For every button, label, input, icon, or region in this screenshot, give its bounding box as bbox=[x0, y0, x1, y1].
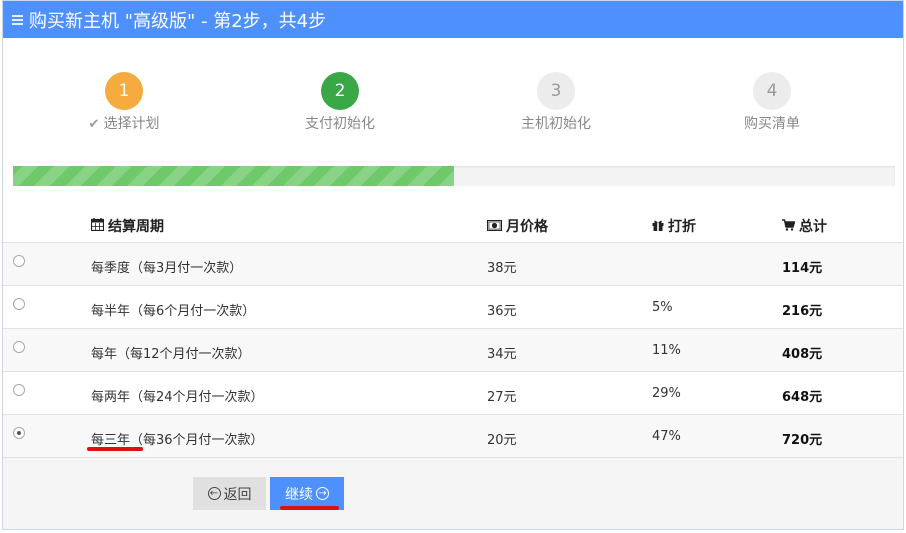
period-cell: 每季度（每3月付一次款） bbox=[91, 261, 243, 276]
total-cell: 720元 bbox=[782, 433, 823, 448]
step-number-3: 3 bbox=[537, 72, 575, 110]
progress-bar bbox=[13, 166, 895, 186]
menu-icon bbox=[12, 13, 23, 27]
footer-actions: ← 返回 继续 → bbox=[3, 458, 903, 529]
arrow-left-circle-icon: ← bbox=[207, 487, 221, 500]
header-discount: 打折 bbox=[652, 216, 696, 236]
title-bar: 购买新主机 "高级版" - 第2步，共4步 bbox=[3, 1, 903, 38]
table-row[interactable]: 每季度（每3月付一次款） 38元 114元 bbox=[3, 243, 903, 286]
discount-cell: 47% bbox=[652, 429, 681, 444]
table-row[interactable]: 每半年（每6个月付一次款） 36元 5% 216元 bbox=[3, 286, 903, 329]
red-annotation-underline bbox=[280, 506, 339, 510]
step-number-1: 1 bbox=[105, 72, 143, 110]
header-monthly-price: 月价格 bbox=[486, 216, 548, 236]
radio-quarterly[interactable] bbox=[13, 255, 25, 267]
red-annotation-underline bbox=[87, 447, 143, 451]
monthly-price-cell: 36元 bbox=[487, 304, 517, 319]
step-3: 3 主机初始化 bbox=[476, 72, 636, 133]
total-cell: 648元 bbox=[782, 390, 823, 405]
step-number-4: 4 bbox=[753, 72, 791, 110]
period-cell: 每两年（每24个月付一次款） bbox=[91, 390, 264, 405]
arrow-right-circle-icon: → bbox=[316, 487, 329, 500]
total-cell: 114元 bbox=[782, 261, 823, 276]
step-label-2: 支付初始化 bbox=[305, 116, 375, 132]
monthly-price-cell: 20元 bbox=[487, 433, 517, 448]
purchase-window: 购买新主机 "高级版" - 第2步，共4步 1 ✔ 选择计划 2 支付初始化 3 … bbox=[2, 0, 904, 530]
period-cell: 每年（每12个月付一次款） bbox=[91, 347, 251, 362]
total-cell: 408元 bbox=[782, 347, 823, 362]
period-cell: 每三年（每36个月付一次款） bbox=[91, 433, 264, 448]
total-cell: 216元 bbox=[782, 304, 823, 319]
monthly-price-cell: 34元 bbox=[487, 347, 517, 362]
step-label-3: 主机初始化 bbox=[521, 116, 591, 132]
billing-table: 结算周期 月价格 打折 总计 每季度（每3月付一次款） 38元 114元 每半年… bbox=[3, 206, 903, 458]
window-title: 购买新主机 "高级版" - 第2步，共4步 bbox=[29, 10, 327, 32]
step-1: 1 ✔ 选择计划 bbox=[44, 72, 204, 133]
step-label-4: 购买清单 bbox=[744, 116, 800, 132]
discount-cell: 29% bbox=[652, 386, 681, 401]
calendar-icon bbox=[90, 218, 105, 234]
step-2: 2 支付初始化 bbox=[260, 72, 420, 133]
table-header: 结算周期 月价格 打折 总计 bbox=[3, 206, 903, 243]
monthly-price-cell: 38元 bbox=[487, 261, 517, 276]
step-label-1: 选择计划 bbox=[103, 116, 160, 132]
money-icon bbox=[486, 219, 503, 234]
radio-two-years[interactable] bbox=[13, 384, 25, 396]
step-number-2: 2 bbox=[321, 72, 359, 110]
radio-yearly[interactable] bbox=[13, 341, 25, 353]
discount-cell: 5% bbox=[652, 300, 673, 315]
step-4: 4 购买清单 bbox=[692, 72, 852, 133]
radio-three-years[interactable] bbox=[13, 427, 25, 439]
check-icon: ✔ bbox=[88, 117, 100, 132]
table-row[interactable]: 每三年（每36个月付一次款） 20元 47% 720元 bbox=[3, 415, 903, 458]
cart-icon bbox=[782, 219, 796, 234]
radio-half-year[interactable] bbox=[13, 298, 25, 310]
header-total: 总计 bbox=[782, 216, 827, 236]
table-row[interactable]: 每年（每12个月付一次款） 34元 11% 408元 bbox=[3, 329, 903, 372]
table-row[interactable]: 每两年（每24个月付一次款） 27元 29% 648元 bbox=[3, 372, 903, 415]
header-period: 结算周期 bbox=[90, 216, 164, 236]
discount-cell: 11% bbox=[652, 343, 681, 358]
back-button[interactable]: ← 返回 bbox=[193, 477, 266, 510]
period-cell: 每半年（每6个月付一次款） bbox=[91, 304, 256, 319]
monthly-price-cell: 27元 bbox=[487, 390, 517, 405]
gift-icon bbox=[652, 219, 664, 234]
progress-fill bbox=[13, 166, 454, 186]
